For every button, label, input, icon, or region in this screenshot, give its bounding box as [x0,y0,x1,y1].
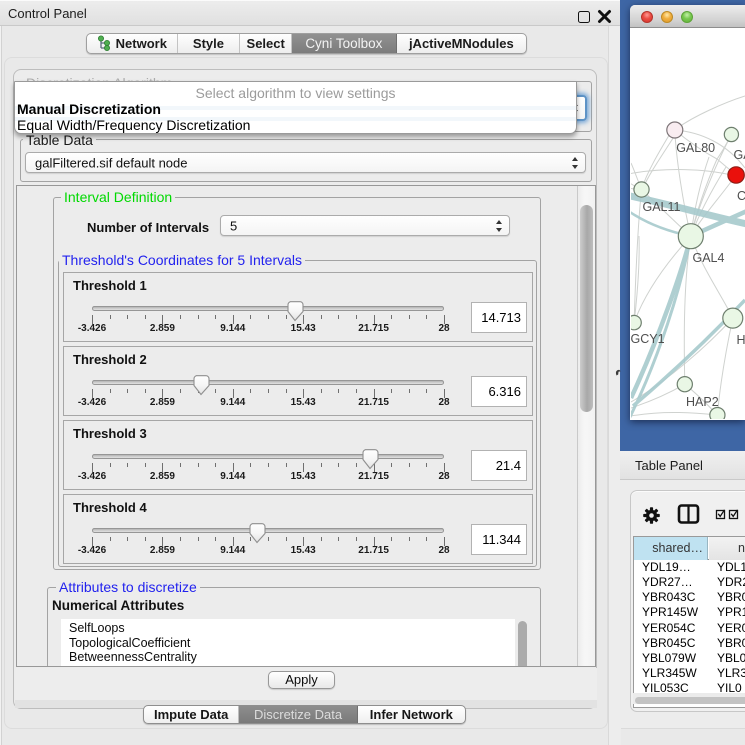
svg-text:GAL11: GAL11 [643,200,681,214]
svg-text:H: H [737,333,745,347]
svg-text:GCY1: GCY1 [631,332,665,346]
svg-text:GAL4: GAL4 [693,251,725,265]
svg-text:C: C [737,189,745,203]
svg-text:GAL80: GAL80 [676,141,715,155]
svg-text:HAP2: HAP2 [686,395,719,409]
svg-text:GA: GA [734,148,745,162]
